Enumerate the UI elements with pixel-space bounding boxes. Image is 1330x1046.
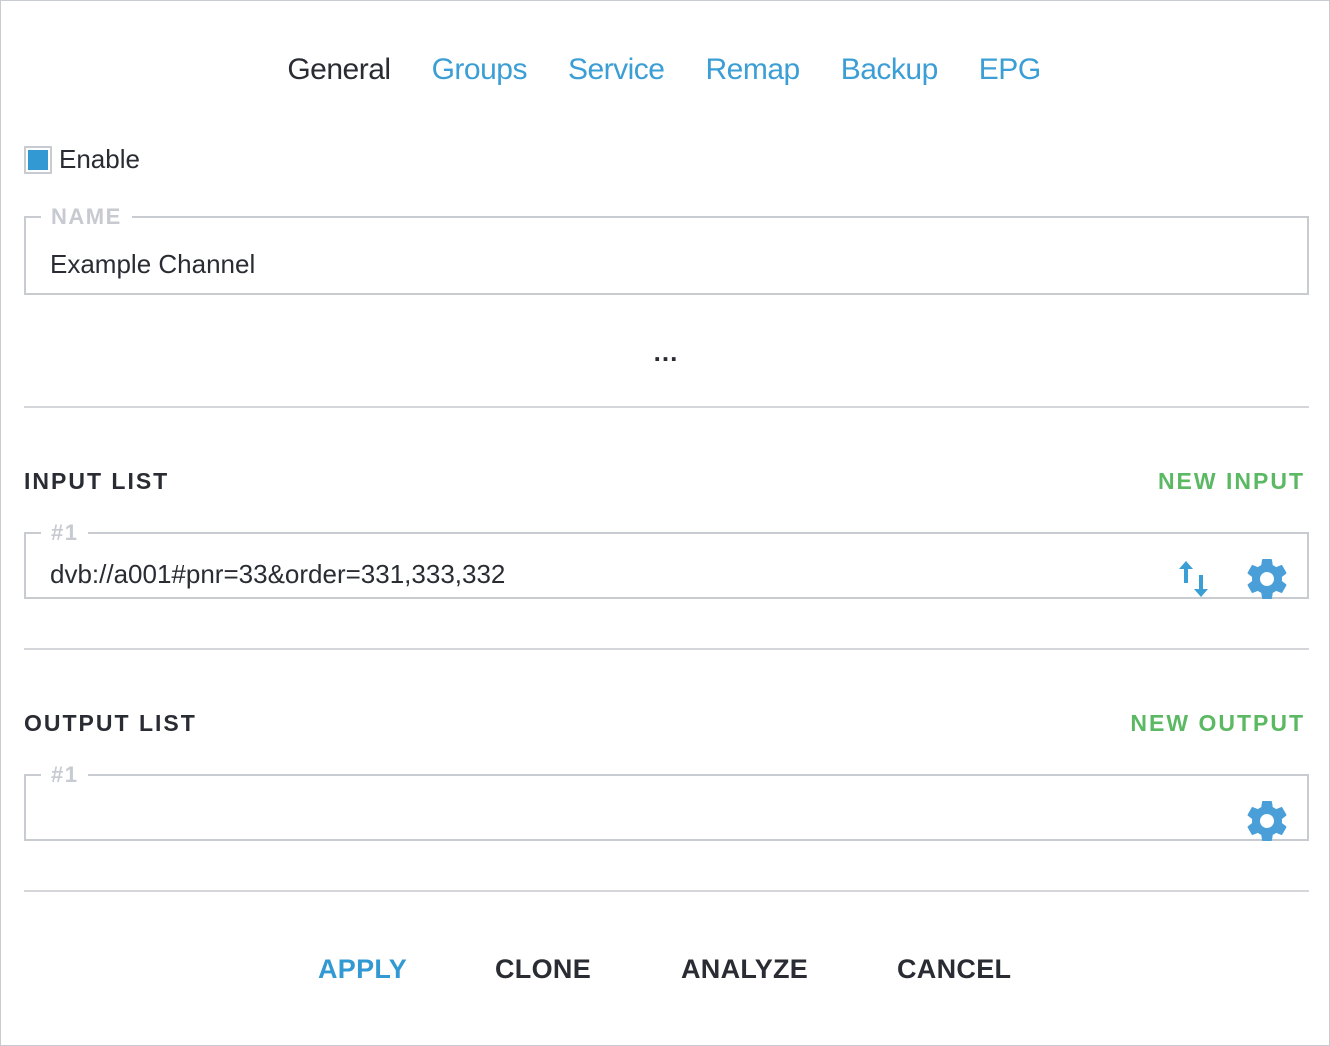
enable-label: Enable	[59, 144, 140, 174]
clone-button[interactable]: CLONE	[495, 954, 591, 985]
checkbox-checked-indicator	[28, 149, 48, 170]
channel-settings-dialog: General Groups Service Remap Backup EPG …	[0, 0, 1330, 1046]
name-field-legend: NAME	[51, 204, 122, 229]
tab-remap[interactable]: Remap	[706, 53, 801, 87]
tab-backup[interactable]: Backup	[841, 53, 939, 87]
analyze-button[interactable]: ANALYZE	[681, 954, 808, 985]
input-list-title: INPUT LIST	[24, 468, 170, 494]
enable-checkbox[interactable]	[24, 145, 52, 174]
output-item-legend: #1	[51, 762, 79, 787]
more-options-ellipsis[interactable]: ...	[1, 337, 1330, 368]
apply-button[interactable]: APPLY	[318, 954, 407, 985]
tab-general[interactable]: General	[287, 53, 391, 87]
name-input[interactable]: Example Channel	[50, 249, 255, 280]
input-item[interactable]: #1 dvb://a001#pnr=33&order=331,333,332	[24, 520, 1309, 601]
gear-icon[interactable]	[1243, 555, 1291, 603]
tab-service[interactable]: Service	[568, 53, 665, 87]
swap-vertical-icon[interactable]	[1177, 557, 1213, 601]
new-output-button[interactable]: NEW OUTPUT	[1130, 710, 1305, 737]
output-list-title: OUTPUT LIST	[24, 710, 197, 736]
divider	[24, 406, 1309, 408]
divider	[24, 648, 1309, 650]
cancel-button[interactable]: CANCEL	[897, 954, 1011, 985]
gear-icon[interactable]	[1243, 797, 1291, 845]
new-input-button[interactable]: NEW INPUT	[1158, 468, 1305, 495]
input-url[interactable]: dvb://a001#pnr=33&order=331,333,332	[50, 559, 505, 590]
output-item[interactable]: #1	[24, 762, 1309, 841]
tab-bar: General Groups Service Remap Backup EPG	[1, 53, 1330, 87]
tab-epg[interactable]: EPG	[979, 53, 1041, 87]
tab-groups[interactable]: Groups	[432, 53, 528, 87]
name-field[interactable]: NAME Example Channel	[24, 204, 1309, 295]
input-item-legend: #1	[51, 520, 79, 545]
divider	[24, 890, 1309, 892]
enable-checkbox-row[interactable]: Enable	[24, 144, 140, 175]
